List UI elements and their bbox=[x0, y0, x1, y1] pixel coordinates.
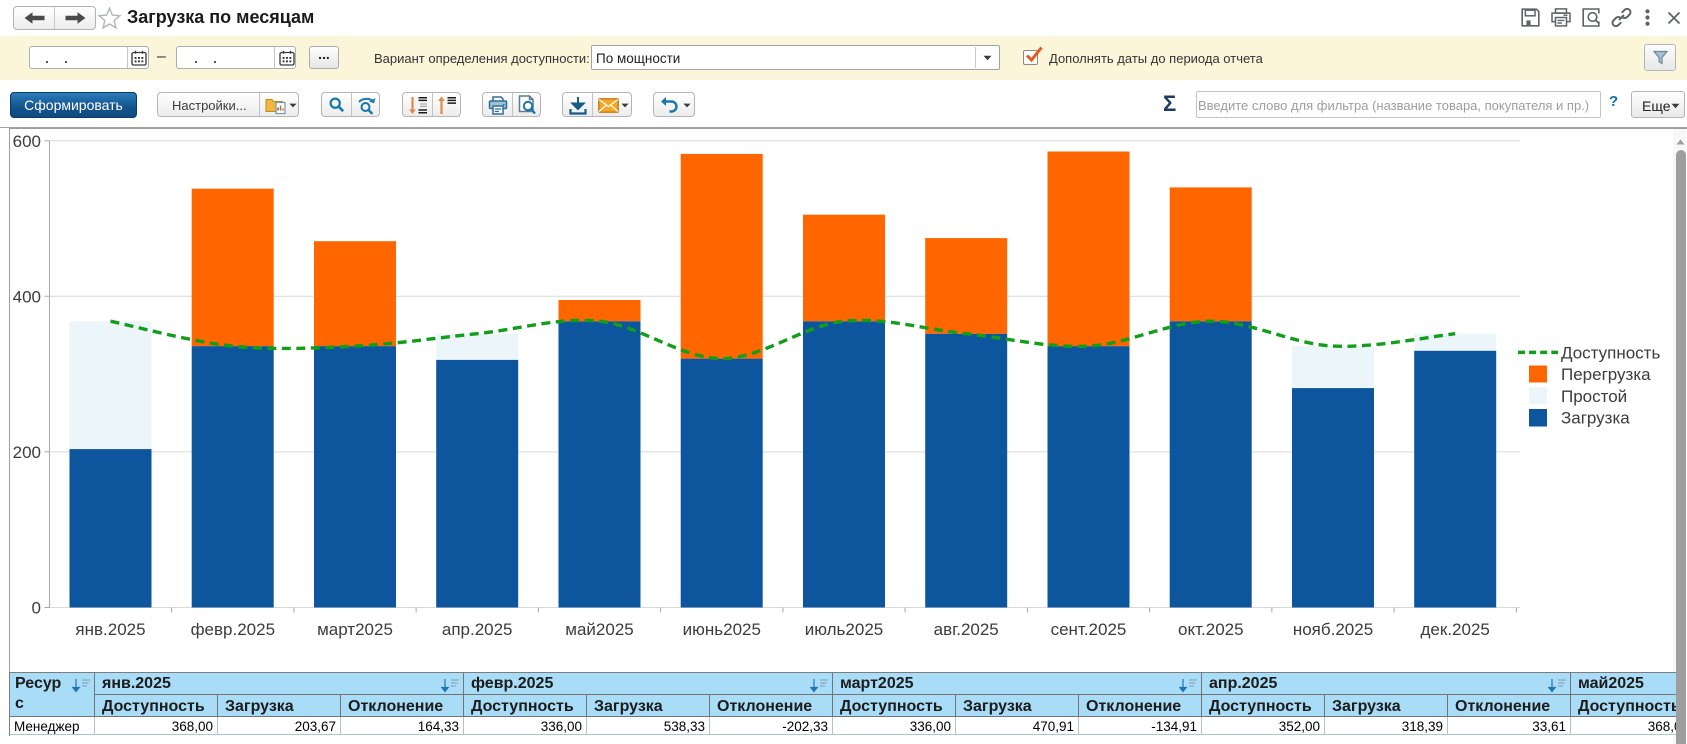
svg-text:апр.2025: апр.2025 bbox=[442, 620, 513, 639]
svg-text:март2025: март2025 bbox=[317, 620, 393, 639]
svg-text:сент.2025: сент.2025 bbox=[1051, 620, 1127, 639]
svg-text:Перегрузка: Перегрузка bbox=[1561, 365, 1651, 384]
svg-text:Загрузка: Загрузка bbox=[1561, 409, 1630, 428]
svg-text:0: 0 bbox=[32, 599, 41, 618]
svg-text:май2025: май2025 bbox=[565, 620, 633, 639]
svg-text:окт.2025: окт.2025 bbox=[1178, 620, 1244, 639]
svg-text:Доступность: Доступность bbox=[1561, 344, 1660, 363]
svg-text:июль2025: июль2025 bbox=[805, 620, 883, 639]
svg-text:февр.2025: февр.2025 bbox=[191, 620, 275, 639]
svg-text:янв.2025: янв.2025 bbox=[75, 620, 145, 639]
svg-text:200: 200 bbox=[13, 443, 41, 462]
svg-text:нояб.2025: нояб.2025 bbox=[1293, 620, 1373, 639]
svg-text:июнь2025: июнь2025 bbox=[683, 620, 761, 639]
svg-text:Простой: Простой bbox=[1561, 387, 1627, 406]
svg-text:400: 400 bbox=[13, 287, 41, 306]
svg-text:600: 600 bbox=[13, 132, 41, 151]
svg-text:авг.2025: авг.2025 bbox=[934, 620, 999, 639]
svg-text:дек.2025: дек.2025 bbox=[1421, 620, 1490, 639]
